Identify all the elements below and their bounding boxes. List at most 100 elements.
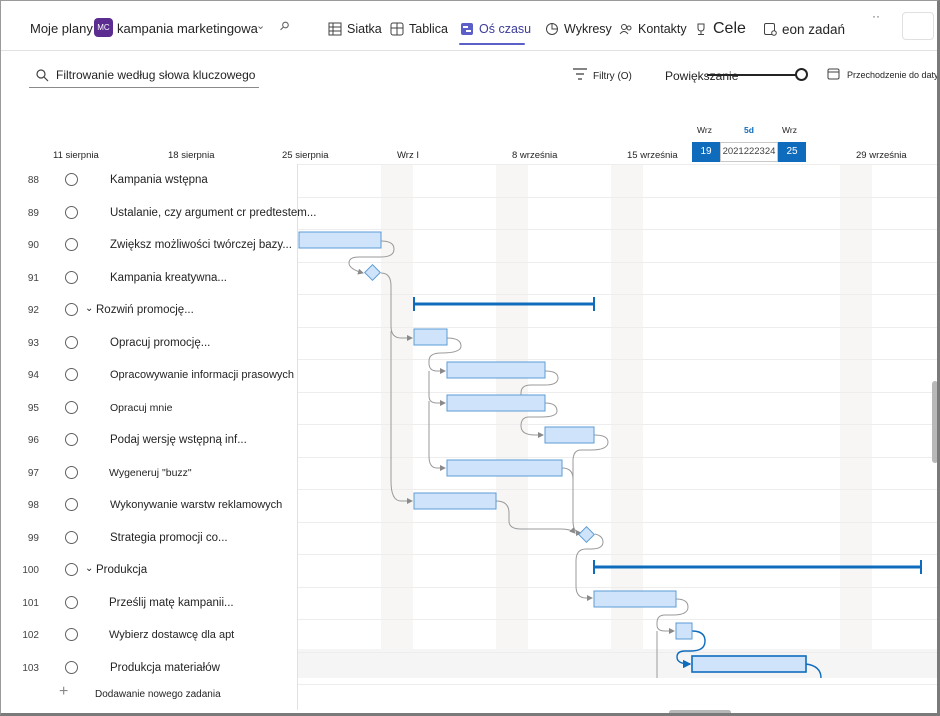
task-row[interactable]: 94 Opracowywanie informacji prasowych (1, 359, 298, 392)
task-name[interactable]: Opracuj mnie (110, 402, 172, 414)
zoom-slider-thumb[interactable] (795, 68, 808, 81)
today-range: 19 2021222324 25 (692, 142, 806, 162)
task-icon (764, 23, 777, 36)
tab-timeline[interactable]: Oś czasu (460, 18, 531, 40)
tab-tasks[interactable]: eon zadań (763, 18, 845, 40)
filters-button[interactable]: Filtry (O) (593, 71, 632, 82)
today-range-days: 2021222324 (720, 142, 778, 162)
tab-tasks-label: eon zadań (782, 21, 846, 37)
weekend-stripe (496, 164, 528, 678)
charts-icon (546, 23, 558, 35)
complete-checkbox[interactable] (65, 563, 78, 576)
tab-people[interactable]: Kontakty (619, 18, 687, 40)
date-label: 25 sierpnia (282, 150, 329, 161)
tab-grid[interactable]: Siatka (328, 18, 382, 40)
task-number: 92 (27, 305, 39, 316)
date-label: 15 września (627, 150, 678, 161)
complete-checkbox[interactable] (65, 303, 78, 316)
task-row[interactable]: 97 Wygeneruj "buzz" (1, 457, 298, 490)
task-row[interactable]: 90 Zwiększ możliwości twórczej bazy... (1, 229, 298, 262)
complete-checkbox[interactable] (65, 433, 78, 446)
task-row[interactable]: 95 Opracuj mnie (1, 392, 298, 425)
task-bar[interactable] (298, 231, 382, 249)
task-name[interactable]: Wykonywanie warstw reklamowych (110, 499, 282, 511)
complete-checkbox[interactable] (65, 400, 78, 414)
add-task-label[interactable]: Dodawanie nowego zadania (95, 689, 221, 700)
task-number: 90 (27, 240, 39, 251)
task-name[interactable]: Wygeneruj "buzz" (109, 467, 192, 479)
task-row[interactable]: 100 ⌄ Produkcja (1, 554, 298, 587)
task-row[interactable]: 101 Prześlij matę kampanii... (1, 587, 298, 620)
more-icon[interactable]: ·· (872, 9, 880, 23)
task-name[interactable]: Produkcja (96, 564, 147, 576)
trophy-icon (697, 23, 705, 35)
complete-checkbox[interactable] (65, 173, 78, 186)
task-row[interactable]: 91 Kampania kreatywna... (1, 262, 298, 295)
task-bar[interactable] (413, 328, 448, 346)
milestone-diamond[interactable] (578, 526, 595, 543)
search-icon (36, 69, 49, 82)
today-month-left: Wrz (697, 125, 712, 135)
task-name[interactable]: Rozwiń promocję... (96, 304, 194, 316)
complete-checkbox[interactable] (65, 465, 78, 479)
complete-checkbox[interactable] (65, 238, 78, 251)
zoom-slider[interactable] (707, 74, 797, 76)
tab-charts[interactable]: Wykresy (545, 18, 612, 40)
share-button[interactable] (902, 12, 934, 40)
task-bar[interactable] (675, 622, 693, 640)
plan-title[interactable]: kampania marketingowa (117, 21, 258, 36)
task-name[interactable]: Prześlij matę kampanii... (109, 597, 234, 609)
task-name[interactable]: Produkcja materiałów (110, 662, 220, 674)
task-name[interactable]: Opracuj promocję... (110, 337, 210, 349)
add-task-row[interactable]: + Dodawanie nowego zadania (1, 678, 298, 710)
task-name[interactable]: Podaj wersję wstępną inf... (110, 434, 247, 446)
task-row[interactable]: 93 Opracuj promocję... (1, 327, 298, 360)
complete-checkbox[interactable] (65, 270, 78, 284)
chevron-down-icon[interactable]: ⌄ (85, 563, 93, 574)
add-icon: + (59, 683, 69, 700)
horizontal-scrollbar[interactable] (669, 710, 731, 713)
chevron-down-icon[interactable]: ⌄ (85, 303, 93, 314)
task-row[interactable]: 98 Wykonywanie warstw reklamowych (1, 489, 298, 522)
tab-board[interactable]: Tablica (390, 18, 448, 40)
complete-checkbox[interactable] (65, 205, 78, 219)
milestone-diamond[interactable] (364, 264, 381, 281)
complete-checkbox[interactable] (65, 595, 78, 609)
complete-checkbox[interactable] (65, 530, 78, 544)
vertical-scrollbar[interactable] (932, 381, 937, 463)
complete-checkbox[interactable] (65, 335, 78, 349)
date-label: 18 sierpnia (168, 150, 215, 161)
task-number: 103 (22, 662, 39, 674)
task-row[interactable]: 102 Wybierz dostawcę dla apt (1, 619, 298, 652)
search-input[interactable]: Filtrowanie według słowa kluczowego (56, 68, 255, 82)
task-row[interactable]: 99 Strategia promocji co... (1, 522, 298, 555)
task-name[interactable]: Opracowywanie informacji prasowych (110, 369, 294, 381)
go-to-date-button[interactable]: Przechodzenie do daty (847, 70, 937, 80)
task-name[interactable]: Wybierz dostawcę dla apt (109, 629, 234, 641)
task-number: 95 (27, 402, 39, 414)
task-name[interactable]: Zwiększ możliwości twórczej bazy... (110, 239, 292, 251)
chevron-down-icon[interactable]: ⌄ (256, 19, 265, 32)
task-row[interactable]: 92 ⌄ Rozwiń promocję... (1, 294, 298, 327)
tab-people-label: Kontakty (638, 22, 687, 36)
today-range-start: 19 (692, 142, 720, 162)
task-row[interactable]: 96 Podaj wersję wstępną inf... (1, 424, 298, 457)
task-name[interactable]: Strategia promocji co... (110, 532, 228, 544)
task-name[interactable]: Kampania wstępna (110, 174, 208, 186)
pin-icon[interactable]: ⚲ (276, 18, 292, 34)
task-number: 100 (22, 565, 39, 576)
tab-goals[interactable]: Cele (694, 18, 746, 40)
task-name[interactable]: Kampania kreatywna... (110, 272, 227, 284)
search-field[interactable]: Filtrowanie według słowa kluczowego (29, 64, 259, 88)
task-name[interactable]: Ustalanie, czy argument cr predtestem... (110, 207, 316, 219)
complete-checkbox[interactable] (65, 498, 78, 511)
task-row[interactable]: 89 Ustalanie, czy argument cr predtestem.… (1, 197, 316, 230)
task-bar[interactable] (413, 492, 497, 510)
weekend-stripe (611, 164, 643, 678)
task-bar[interactable] (544, 426, 595, 444)
complete-checkbox[interactable] (65, 368, 78, 381)
complete-checkbox[interactable] (65, 660, 78, 674)
complete-checkbox[interactable] (65, 628, 78, 641)
task-number: 96 (27, 435, 39, 446)
task-row[interactable]: 88 Kampania wstępna (1, 164, 298, 197)
